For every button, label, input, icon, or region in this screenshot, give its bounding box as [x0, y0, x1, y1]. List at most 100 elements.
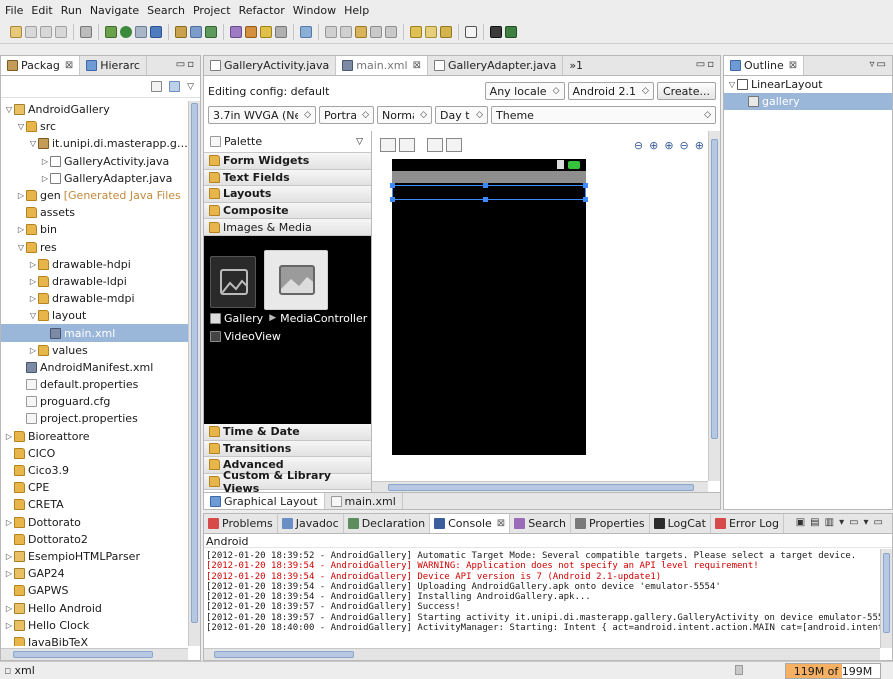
tree-item[interactable]: ▷ Bioreattore [1, 428, 188, 445]
tree-item[interactable]: GAPWS [1, 582, 188, 599]
tree-item[interactable]: ▷ GalleryAdapter.java [1, 170, 188, 187]
close-icon[interactable]: ⊠ [497, 518, 505, 529]
ddms-icon[interactable] [440, 25, 452, 38]
tab-outline[interactable]: Outline ⊠ [724, 56, 805, 75]
collapsed-arrow-icon[interactable]: ▷ [4, 432, 14, 441]
layout-horizontal-icon[interactable] [380, 138, 396, 152]
tree-item[interactable]: JavaBibTeX [1, 634, 188, 646]
collapsed-arrow-icon[interactable]: ▷ [28, 260, 38, 269]
theme-combo[interactable]: Theme ◇ [491, 106, 716, 124]
chevron-down-icon[interactable]: ▽ [727, 80, 737, 89]
close-icon[interactable]: ⊠ [65, 60, 73, 71]
palette-menu-icon[interactable]: ▽ [356, 137, 363, 147]
tree-item[interactable]: default.properties [1, 376, 188, 393]
scrollbar-thumb[interactable] [711, 139, 718, 439]
menu-window[interactable]: Window [293, 4, 336, 17]
bottom-tab[interactable]: Error Log [711, 514, 784, 533]
tree-item[interactable]: AndroidManifest.xml [1, 359, 188, 376]
layout-vertical-icon[interactable] [399, 138, 415, 152]
tree-item[interactable]: ▽ res [1, 239, 188, 256]
tree-item[interactable]: ▽ it.unipi.di.masterapp.g… [1, 135, 188, 152]
print-icon[interactable] [55, 25, 67, 38]
view-minimize-maximize-icon[interactable]: ▭▫ [696, 59, 716, 70]
menu-file[interactable]: File [5, 4, 23, 17]
view-menu-icon[interactable]: ▽ [187, 82, 194, 92]
palette-category-images-media[interactable]: Images & Media [204, 219, 371, 236]
bottom-tab[interactable]: Declaration [344, 514, 431, 533]
editor-tab[interactable]: GalleryActivity.java [204, 56, 337, 75]
menu-project[interactable]: Project [193, 4, 231, 17]
collapsed-arrow-icon[interactable]: ▷ [4, 569, 14, 578]
resize-handle[interactable] [583, 197, 588, 202]
expanded-arrow-icon[interactable]: ▽ [28, 139, 38, 148]
scrollbar-thumb[interactable] [214, 651, 354, 658]
mode-combo[interactable]: Norma ◇ [377, 106, 432, 124]
bottom-tab[interactable]: LogCat [650, 514, 711, 533]
scrollbar-thumb[interactable] [13, 651, 153, 658]
console-hscrollbar[interactable] [204, 648, 880, 660]
search-icon[interactable] [230, 25, 242, 38]
run-icon[interactable] [120, 25, 132, 38]
java-browsing-icon[interactable] [425, 25, 437, 38]
tree-item[interactable]: ▷ EsempioHTMLParser [1, 548, 188, 565]
prev-edit-icon[interactable] [340, 25, 352, 38]
back-icon[interactable] [370, 25, 382, 38]
bottom-tab[interactable]: Javadoc [278, 514, 344, 533]
forward-icon[interactable] [385, 25, 397, 38]
collapse-all-icon[interactable] [151, 81, 163, 92]
palette-category[interactable]: Layouts [204, 186, 371, 203]
console-toolbar[interactable]: ▣▤▥▾▭▾▭ [796, 517, 888, 528]
palette-category[interactable]: Transitions [204, 440, 371, 458]
collapsed-arrow-icon[interactable]: ▷ [4, 552, 14, 561]
new-icon[interactable] [10, 25, 22, 38]
new-java-class-icon[interactable] [150, 25, 162, 38]
link-with-editor-icon[interactable] [169, 81, 181, 92]
tab-graphical-layout[interactable]: Graphical Layout [204, 493, 325, 509]
collapsed-arrow-icon[interactable]: ▷ [28, 277, 38, 286]
fill-height-icon[interactable] [446, 138, 462, 152]
pin-icon[interactable] [275, 25, 287, 38]
tree-item[interactable]: CRETA [1, 496, 188, 513]
collapsed-arrow-icon[interactable]: ▷ [16, 225, 26, 234]
editor-tab-overflow[interactable]: »1 [563, 56, 589, 75]
tree-item[interactable]: main.xml [1, 324, 188, 342]
tree-item[interactable]: ▷ Dottorato [1, 514, 188, 531]
menu-refactor[interactable]: Refactor [239, 4, 285, 17]
collapsed-arrow-icon[interactable]: ▷ [40, 157, 50, 166]
palette-category[interactable]: Form Widgets [204, 153, 371, 170]
canvas-vscrollbar[interactable] [708, 131, 720, 481]
tab-xml-source[interactable]: main.xml [325, 493, 403, 509]
bottom-tab[interactable]: Search [510, 514, 571, 533]
resize-handle[interactable] [583, 183, 588, 188]
progress-icon[interactable] [735, 665, 743, 675]
mediacontroller-widget[interactable]: MediaController [280, 312, 367, 325]
next-annotation-icon[interactable] [300, 25, 312, 38]
android-sdk-icon[interactable] [80, 25, 92, 38]
toggle-annotation-icon[interactable] [260, 25, 272, 38]
device-combo[interactable]: 3.7in WVGA (Nexus O ◇ [208, 106, 316, 124]
imageview-widget[interactable] [210, 255, 256, 308]
external-tools-icon[interactable] [135, 25, 147, 38]
tree-item[interactable]: ▷ Hello Clock [1, 617, 188, 634]
tree-item[interactable]: ▷ drawable-mdpi [1, 290, 188, 307]
collapsed-arrow-icon[interactable]: ▷ [28, 294, 38, 303]
save-icon[interactable] [25, 25, 37, 38]
save-all-icon[interactable] [40, 25, 52, 38]
editor-tab[interactable]: main.xml ⊠ [336, 56, 428, 75]
daytime-combo[interactable]: Day tir ◇ [435, 106, 488, 124]
expanded-arrow-icon[interactable]: ▽ [16, 243, 26, 252]
menu-run[interactable]: Run [61, 4, 82, 17]
collapsed-arrow-icon[interactable]: ▷ [16, 191, 26, 200]
last-edit-location-icon[interactable] [355, 25, 367, 38]
orientation-combo[interactable]: Portrai ◇ [319, 106, 374, 124]
android-device-icon[interactable] [505, 25, 517, 38]
resize-handle[interactable] [390, 183, 395, 188]
menu-help[interactable]: Help [344, 4, 369, 17]
tree-item[interactable]: ▷ gen [Generated Java Files [1, 187, 188, 204]
tree-item[interactable]: ▽ src [1, 118, 188, 135]
tree-item[interactable]: CPE [1, 479, 188, 496]
palette-category[interactable]: Text Fields [204, 169, 371, 187]
tree-item[interactable]: ▷ drawable-ldpi [1, 273, 188, 290]
console-vscrollbar[interactable] [880, 549, 892, 648]
menu-edit[interactable]: Edit [31, 4, 52, 17]
